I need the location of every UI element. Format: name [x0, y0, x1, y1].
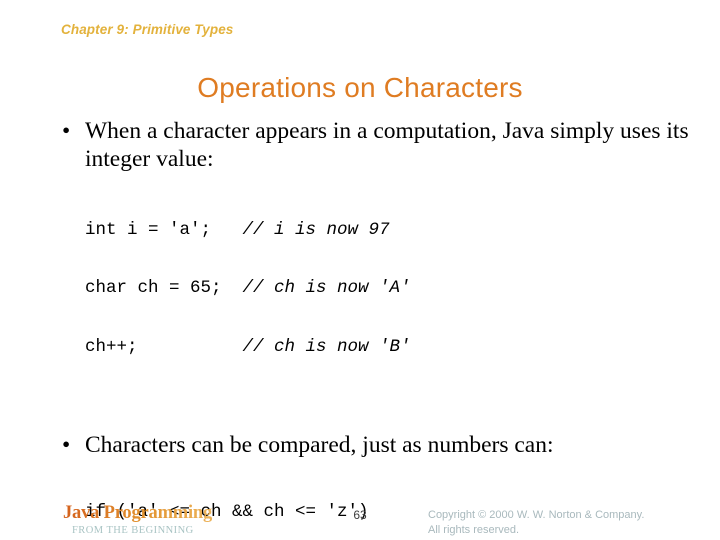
bullet-marker-icon: • [62, 118, 71, 144]
copyright-line-1: Copyright © 2000 W. W. Norton & Company. [428, 509, 645, 521]
slide-footer: Java Programming FROM THE BEGINNING 63 C… [0, 500, 720, 540]
book-logo-title: Java Programming [63, 503, 303, 524]
bullet-item-2: • Characters can be compared, just as nu… [0, 432, 720, 460]
code-line-3: ch++; // ch is now 'B' [85, 333, 720, 362]
slide-body: • When a character appears in a computat… [0, 118, 720, 540]
bullet-1-text: When a character appears in a computatio… [85, 118, 689, 172]
page-number: 63 [353, 508, 367, 522]
copyright-line-2: All rights reserved. [428, 523, 520, 536]
code-block-assignments: int i = 'a'; // i is now 97 char ch = 65… [0, 186, 720, 420]
slide-title: Operations on Characters [197, 72, 523, 103]
code-line-2-statement: char ch = 65; [85, 278, 243, 299]
book-logo: Java Programming FROM THE BEGINNING [63, 503, 303, 536]
code-line-1: int i = 'a'; // i is now 97 [85, 216, 720, 245]
bullet-2-text: Characters can be compared, just as numb… [85, 432, 554, 459]
chapter-header: Chapter 9: Primitive Types [61, 22, 234, 37]
bullet-item-1: • When a character appears in a computat… [0, 118, 720, 173]
code-line-2-comment: // ch is now 'A' [242, 278, 411, 299]
code-line-3-comment: // ch is now 'B' [242, 336, 411, 357]
code-line-1-statement: int i = 'a'; [85, 219, 243, 240]
code-line-3-statement: ch++; [85, 336, 243, 357]
bullet-marker-icon: • [62, 432, 71, 459]
presentation-slide: Chapter 9: Primitive Types Operations on… [0, 0, 720, 540]
code-line-2: char ch = 65; // ch is now 'A' [85, 274, 720, 303]
book-logo-subtitle: FROM THE BEGINNING [72, 525, 194, 536]
code-line-1-comment: // i is now 97 [242, 219, 390, 240]
copyright-notice: Copyright © 2000 W. W. Norton & Company.… [428, 508, 644, 537]
